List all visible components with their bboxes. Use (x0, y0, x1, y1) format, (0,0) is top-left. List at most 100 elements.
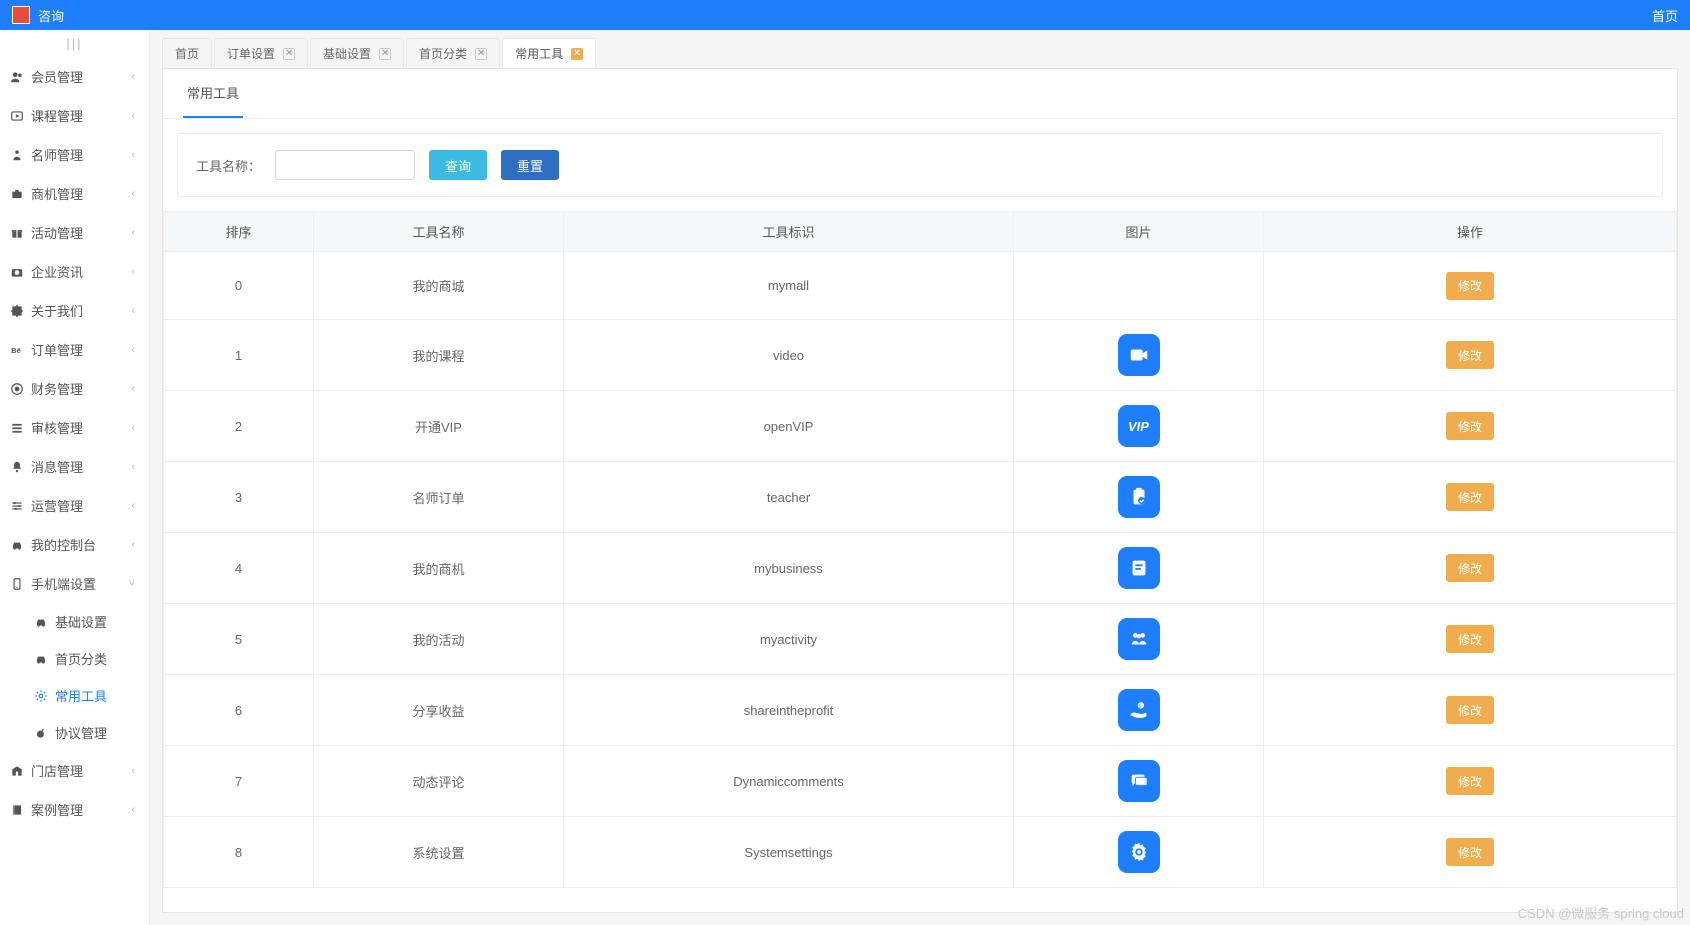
tab-label: 首页分类 (419, 45, 467, 62)
sidebar-item[interactable]: 关于我们‹ (0, 291, 149, 330)
briefcase-icon (10, 187, 24, 201)
list-icon (10, 421, 24, 435)
sidebar-item[interactable]: 财务管理‹ (0, 369, 149, 408)
tool-name-input[interactable] (275, 150, 415, 180)
sidebar-item[interactable]: 活动管理‹ (0, 213, 149, 252)
cell-action: 修改 (1264, 252, 1677, 320)
sidebar: ||| 会员管理‹课程管理‹名师管理‹商机管理‹活动管理‹企业资讯‹关于我们‹B… (0, 30, 150, 925)
edit-button[interactable]: 修改 (1446, 838, 1494, 866)
sidebar-item-label: 活动管理 (31, 223, 83, 242)
cell-image (1014, 604, 1264, 675)
edit-button[interactable]: 修改 (1446, 341, 1494, 369)
chevron-down-icon: ˅ (129, 578, 135, 590)
table-row: 2开通VIPopenVIPVIP修改 (164, 391, 1677, 462)
edit-button[interactable]: 修改 (1446, 767, 1494, 795)
puzzle-icon (10, 304, 24, 318)
sidebar-item[interactable]: 门店管理‹ (0, 751, 149, 790)
sidebar-item[interactable]: 名师管理‹ (0, 135, 149, 174)
sidebar-subitem[interactable]: 首页分类 (0, 640, 149, 677)
table-row: 3名师订单teacher修改 (164, 462, 1677, 533)
column-header: 工具名称 (314, 212, 564, 252)
tab-label: 常用工具 (515, 45, 563, 62)
sidebar-item-label: 财务管理 (31, 379, 83, 398)
sidebar-item[interactable]: 消息管理‹ (0, 447, 149, 486)
sidebar-subitem[interactable]: 常用工具 (0, 677, 149, 714)
sidebar-item[interactable]: 我的控制台‹ (0, 525, 149, 564)
chevron-left-icon: ‹ (131, 149, 135, 161)
sidebar-subitem-label: 常用工具 (55, 686, 107, 705)
hand-icon: $ (1118, 689, 1160, 731)
edit-button[interactable]: 修改 (1446, 272, 1494, 300)
car-sm-icon (34, 652, 48, 666)
cell-name: 名师订单 (314, 462, 564, 533)
tab[interactable]: 基础设置 ✕ (310, 38, 404, 68)
sidebar-item-label: 课程管理 (31, 106, 83, 125)
search-button[interactable]: 查询 (429, 150, 487, 180)
cell-action: 修改 (1264, 533, 1677, 604)
sidebar-item[interactable]: 会员管理 ‹ (0, 57, 149, 96)
reset-button[interactable]: 重置 (501, 150, 559, 180)
cell-action: 修改 (1264, 462, 1677, 533)
sidebar-item[interactable]: 企业资讯‹ (0, 252, 149, 291)
table-row: 6分享收益shareintheprofit$修改 (164, 675, 1677, 746)
cell-action: 修改 (1264, 746, 1677, 817)
close-icon[interactable]: ✕ (475, 48, 487, 60)
cell-sort: 4 (164, 533, 314, 604)
cell-sort: 5 (164, 604, 314, 675)
cell-sort: 3 (164, 462, 314, 533)
chevron-left-icon: ‹ (131, 539, 135, 551)
vip-icon: VIP (1118, 405, 1160, 447)
cell-ident: mymall (564, 252, 1014, 320)
sidebar-subitem-label: 基础设置 (55, 612, 107, 631)
table-row: 8系统设置Systemsettings修改 (164, 817, 1677, 888)
sidebar-item[interactable]: 案例管理‹ (0, 790, 149, 829)
sidebar-item-label: 手机端设置 (31, 574, 96, 593)
column-header: 工具标识 (564, 212, 1014, 252)
sidebar-collapse-icon[interactable]: ||| (0, 30, 149, 57)
tab[interactable]: 首页分类 ✕ (406, 38, 500, 68)
edit-button[interactable]: 修改 (1446, 625, 1494, 653)
cell-sort: 7 (164, 746, 314, 817)
cell-sort: 0 (164, 252, 314, 320)
cell-sort: 6 (164, 675, 314, 746)
sidebar-item-label: 会员管理 (31, 67, 83, 86)
tab[interactable]: 首页 (162, 38, 212, 68)
cell-ident: Dynamiccomments (564, 746, 1014, 817)
inner-tab-active[interactable]: 常用工具 (183, 69, 243, 118)
edit-button[interactable]: 修改 (1446, 483, 1494, 511)
close-icon[interactable]: ✕ (571, 48, 583, 60)
tab[interactable]: 常用工具 ✕ (502, 38, 596, 68)
tab-label: 基础设置 (323, 45, 371, 62)
sidebar-item[interactable]: Bē订单管理‹ (0, 330, 149, 369)
cell-image (1014, 462, 1264, 533)
cell-ident: Systemsettings (564, 817, 1014, 888)
cell-ident: openVIP (564, 391, 1014, 462)
sidebar-subitem[interactable]: 协议管理 (0, 714, 149, 751)
close-icon[interactable]: ✕ (379, 48, 391, 60)
chevron-left-icon: ‹ (131, 266, 135, 278)
logo-icon (12, 6, 30, 24)
sidebar-item[interactable]: 商机管理‹ (0, 174, 149, 213)
cell-name: 开通VIP (314, 391, 564, 462)
edit-button[interactable]: 修改 (1446, 554, 1494, 582)
coin-icon (10, 382, 24, 396)
svg-text:Bē: Bē (11, 345, 21, 354)
cell-ident: mybusiness (564, 533, 1014, 604)
cell-image (1014, 533, 1264, 604)
cell-action: 修改 (1264, 604, 1677, 675)
sidebar-item[interactable]: 审核管理‹ (0, 408, 149, 447)
sidebar-item-label: 消息管理 (31, 457, 83, 476)
edit-button[interactable]: 修改 (1446, 412, 1494, 440)
gift-icon (10, 226, 24, 240)
close-icon[interactable]: ✕ (283, 48, 295, 60)
sidebar-item[interactable]: 运营管理‹ (0, 486, 149, 525)
sidebar-item[interactable]: 课程管理‹ (0, 96, 149, 135)
tab[interactable]: 订单设置✕ (214, 38, 308, 68)
sidebar-item[interactable]: 手机端设置 ˅ (0, 564, 149, 603)
edit-button[interactable]: 修改 (1446, 696, 1494, 724)
chevron-left-icon: ‹ (131, 71, 135, 83)
home-link[interactable]: 首页 (1652, 6, 1678, 25)
column-header: 图片 (1014, 212, 1264, 252)
phone-icon (10, 577, 24, 591)
sidebar-subitem[interactable]: 基础设置 (0, 603, 149, 640)
